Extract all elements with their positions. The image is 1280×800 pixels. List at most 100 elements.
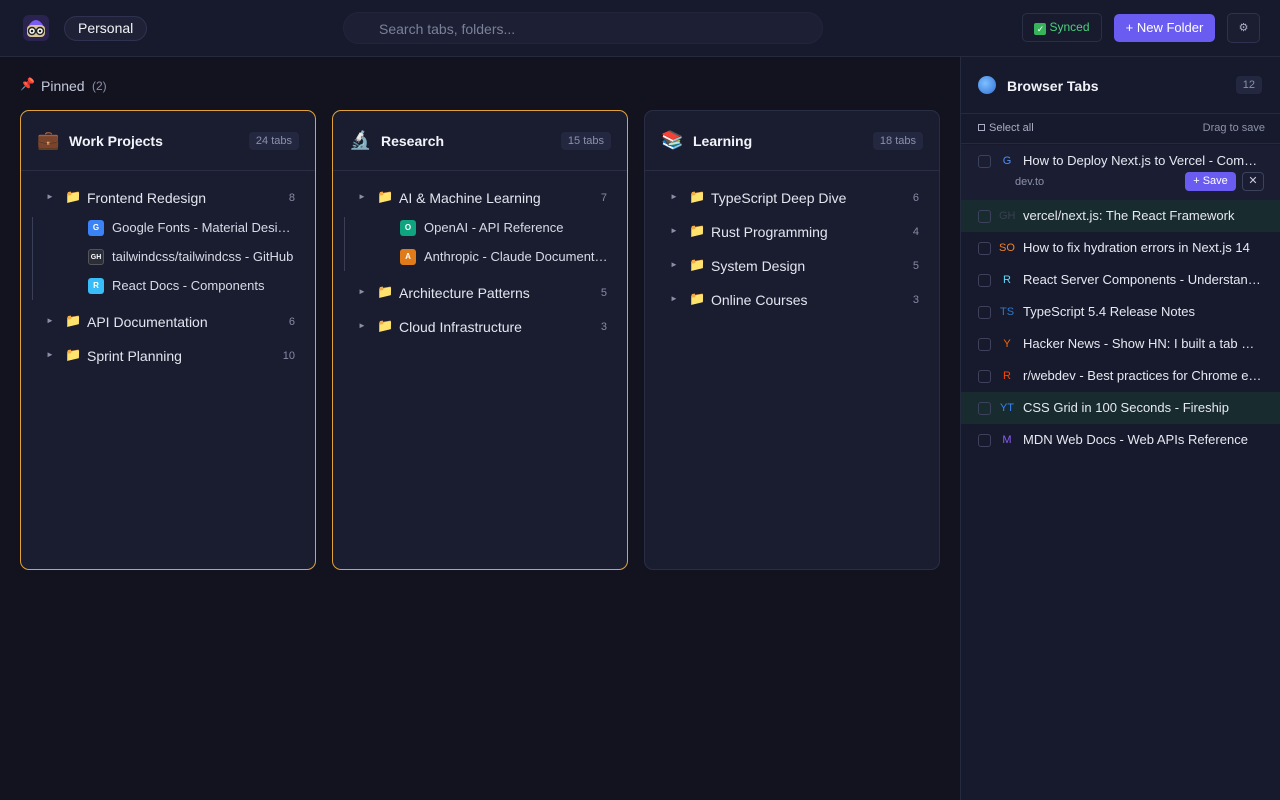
browser-tab-row[interactable]: M MDN Web Docs - Web APIs Reference (961, 424, 1280, 456)
browser-tab-row[interactable]: TS TypeScript 5.4 Release Notes (961, 296, 1280, 328)
saved-tab-row[interactable]: R React Docs - Components (21, 276, 315, 296)
folder-row[interactable]: ► 📁 Architecture Patterns 5 (333, 282, 627, 304)
browser-tab-row[interactable]: SO How to fix hydration errors in Next.js… (961, 232, 1280, 264)
card-emoji-icon: 🔬 (349, 130, 372, 150)
tab-checkbox[interactable] (978, 402, 991, 415)
folder-name: AI & Machine Learning (399, 190, 541, 206)
tab-checkbox[interactable] (978, 242, 991, 255)
folder-row[interactable]: ► 📁 System Design 5 (645, 255, 939, 277)
folder-row[interactable]: ► 📁 Cloud Infrastructure 3 (333, 316, 627, 338)
card-header[interactable]: 🔬 Research 15 tabs (333, 111, 627, 171)
saved-tab-row[interactable]: GH tailwindcss/tailwindcss - GitHub (21, 247, 315, 267)
tab-checkbox[interactable] (978, 155, 991, 168)
tab-title: How to fix hydration errors in Next.js 1… (1023, 240, 1250, 255)
browser-tabs-toolbar: Select all Drag to save (961, 114, 1280, 144)
new-folder-button[interactable]: + New Folder (1114, 14, 1215, 42)
tab-title: tailwindcss/tailwindcss - GitHub (112, 249, 294, 264)
save-tab-button[interactable]: + Save (1185, 172, 1236, 191)
workspace-switcher[interactable]: Personal (64, 16, 148, 41)
expand-arrow-icon[interactable]: ► (358, 192, 366, 201)
checkbox-icon (978, 124, 985, 131)
folder-row[interactable]: ► 📁 TypeScript Deep Dive 6 (645, 187, 939, 209)
browser-tabs-panel: Browser Tabs 12 Select all Drag to save … (960, 57, 1280, 800)
folder-name: API Documentation (87, 314, 208, 330)
tab-checkbox[interactable] (978, 434, 991, 447)
card-tab-count: 18 tabs (872, 132, 923, 150)
browser-tab-row[interactable]: Y Hacker News - Show HN: I built a tab ma… (961, 328, 1280, 360)
folder-row[interactable]: ► 📁 Online Courses 3 (645, 289, 939, 311)
folder-icon: 📁 (377, 189, 394, 204)
folder-row[interactable]: ► 📁 Rust Programming 4 (645, 221, 939, 243)
folder-row[interactable]: ► 📁 Sprint Planning 10 (21, 345, 315, 367)
card-tab-count: 15 tabs (560, 132, 611, 150)
folder-icon: 📁 (689, 257, 706, 272)
folder-count: 10 (282, 350, 295, 362)
favicon-icon: GH (999, 210, 1016, 222)
tab-title: r/webdev - Best practices for Chrome ext… (1023, 368, 1263, 383)
browser-tab-row[interactable]: Rr/webdev - Best practices for Chrome ex… (961, 360, 1280, 392)
folder-icon: 📁 (689, 189, 706, 204)
card-header[interactable]: 💼 Work Projects 24 tabs (21, 111, 315, 171)
folder-row[interactable]: ► 📁 Frontend Redesign 8 (21, 187, 315, 209)
card-header[interactable]: 📚 Learning 18 tabs (645, 111, 939, 171)
sync-status-label: Synced (1049, 20, 1090, 34)
app-logo[interactable] (21, 13, 51, 43)
tab-checkbox[interactable] (978, 274, 991, 287)
tab-title: TypeScript 5.4 Release Notes (1023, 304, 1195, 319)
browser-tab-row[interactable]: R React Server Components - Understanding… (961, 264, 1280, 296)
tab-checkbox[interactable] (978, 338, 991, 351)
tab-domain: dev.to (1015, 176, 1045, 188)
tab-title: OpenAI - API Reference (424, 220, 564, 235)
folder-card[interactable]: 💼 Work Projects 24 tabs ► 📁 Frontend Redesign… (20, 110, 316, 570)
browser-tab-row[interactable]: GH vercel/next.js: The React Framework (961, 200, 1280, 232)
close-icon[interactable]: ✕ (1242, 172, 1264, 191)
favicon-icon: R (88, 278, 104, 294)
favicon-icon: G (1002, 155, 1012, 167)
saved-tab-row[interactable]: A Anthropic - Claude Documentation (333, 247, 627, 267)
favicon-icon: M (1002, 434, 1012, 446)
expand-arrow-icon[interactable]: ► (670, 226, 678, 235)
favicon-icon: YT (999, 402, 1015, 414)
folder-icon: 📁 (65, 313, 82, 328)
folder-row[interactable]: ► 📁 AI & Machine Learning 7 (333, 187, 627, 209)
tab-checkbox[interactable] (978, 370, 991, 383)
expand-arrow-icon[interactable]: ► (670, 260, 678, 269)
browser-tab-row[interactable]: YT CSS Grid in 100 Seconds - Fireship (961, 392, 1280, 424)
sync-status-badge[interactable]: ✓ Synced (1022, 13, 1102, 42)
settings-button[interactable]: ⚙ (1227, 13, 1260, 43)
globe-icon (978, 76, 996, 94)
folder-card[interactable]: 🔬 Research 15 tabs ► 📁 AI & Machine Learning 7… (332, 110, 628, 570)
card-title: Learning (693, 133, 753, 149)
folder-icon: 📁 (689, 291, 706, 306)
expand-arrow-icon[interactable]: ► (46, 316, 54, 325)
expand-arrow-icon[interactable]: ► (46, 192, 54, 201)
expand-arrow-icon[interactable]: ► (358, 321, 366, 330)
favicon-icon: R (1003, 370, 1011, 382)
favicon-icon: O (400, 220, 416, 236)
saved-tab-row[interactable]: G Google Fonts - Material Design Icons (21, 218, 315, 238)
tab-checkbox[interactable] (978, 306, 991, 319)
expand-arrow-icon[interactable]: ► (46, 350, 54, 359)
tab-title: Hacker News - Show HN: I built a tab man… (1023, 336, 1263, 351)
browser-tabs-count: 12 (1235, 76, 1262, 94)
pin-icon: 📌 (20, 77, 35, 91)
favicon-icon: G (88, 220, 104, 236)
expand-arrow-icon[interactable]: ► (358, 287, 366, 296)
browser-tab-row-expanded[interactable]: G How to Deploy Next.js to Vercel - Comp… (961, 145, 1280, 201)
select-all-button[interactable]: Select all (978, 122, 1034, 134)
folder-name: System Design (711, 258, 806, 274)
expand-arrow-icon[interactable]: ► (670, 294, 678, 303)
folder-name: Frontend Redesign (87, 190, 207, 206)
folder-card[interactable]: 📚 Learning 18 tabs ► 📁 TypeScript Deep Dive 6 ►… (644, 110, 940, 570)
folder-count: 7 (600, 192, 607, 204)
saved-tab-row[interactable]: O OpenAI - API Reference (333, 218, 627, 238)
search-input[interactable]: Search tabs, folders... (343, 12, 823, 44)
tab-title: MDN Web Docs - Web APIs Reference (1023, 432, 1248, 447)
tab-checkbox[interactable] (978, 210, 991, 223)
browser-tabs-header: Browser Tabs 12 (961, 57, 1280, 114)
card-title: Research (381, 133, 445, 149)
expand-arrow-icon[interactable]: ► (670, 192, 678, 201)
favicon-icon: SO (999, 242, 1015, 254)
folder-name: TypeScript Deep Dive (711, 190, 847, 206)
folder-row[interactable]: ► 📁 API Documentation 6 (21, 311, 315, 333)
